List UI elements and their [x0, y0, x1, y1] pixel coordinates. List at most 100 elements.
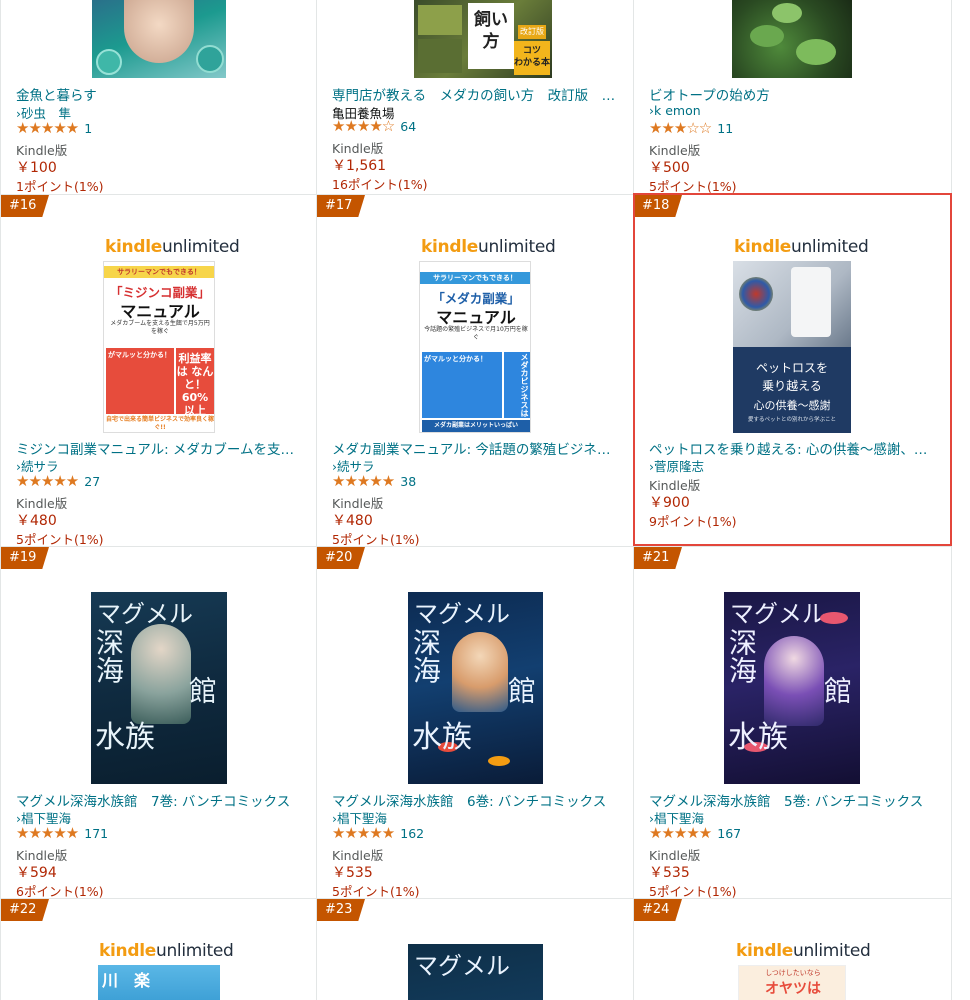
review-count[interactable]: 64	[400, 119, 416, 134]
rank-badge: #19	[1, 547, 49, 569]
grid-row: 金魚と暮らす ›砂虫 隼 ★★★★★ 1 Kindle版 ￥100 1ポイント(1…	[0, 0, 952, 194]
manga-title: 館	[820, 676, 853, 704]
cover-title: マニュアル	[120, 302, 200, 321]
cover-panel: がマルッと分かる！	[422, 352, 502, 418]
illustration-face	[124, 0, 194, 63]
review-count[interactable]: 11	[717, 121, 733, 136]
cover-label: 改訂版	[518, 25, 546, 39]
selection-highlight	[633, 193, 952, 546]
kindle-unlimited-logo: kindleunlimited	[99, 941, 234, 961]
cover-title: 川 楽	[102, 971, 151, 990]
author-link[interactable]: ›k emon	[649, 103, 701, 118]
product-title[interactable]: ミジンコ副業マニュアル: メダカブームを支え…	[16, 438, 306, 458]
product-card: 金魚と暮らす ›砂虫 隼 ★★★★★ 1 Kindle版 ￥100 1ポイント(1…	[0, 0, 317, 194]
review-count[interactable]: 167	[717, 826, 741, 841]
manga-title: 水族	[95, 720, 155, 755]
price: ￥100	[16, 160, 57, 176]
product-title[interactable]: マグメル深海水族館 5巻: バンチコミックス	[649, 790, 939, 810]
rating[interactable]: ★★★★★ 171	[16, 825, 108, 841]
cover-subtitle: 今話題の繁殖ビジネスで月10万円を稼ぐ	[424, 326, 528, 341]
product-card: #16 kindleunlimited サラリーマンでもできる！ 「ミジンコ副業…	[0, 195, 317, 547]
cover-band: サラリーマンでもできる！	[104, 266, 214, 278]
review-count[interactable]: 171	[84, 826, 108, 841]
manga-title: 館	[185, 676, 218, 704]
review-count[interactable]: 38	[400, 474, 416, 489]
rank-badge: #23	[317, 899, 365, 921]
product-card: #24 kindleunlimited しつけしたいなら オヤツは	[634, 899, 952, 1000]
star-rating-icon: ★★★★★	[16, 824, 79, 842]
rating[interactable]: ★★★★★ 27	[16, 473, 100, 489]
product-title[interactable]: 金魚と暮らす	[16, 84, 306, 104]
product-title[interactable]: メダカ副業マニュアル: 今話題の繁殖ビジネス…	[332, 438, 622, 458]
star-rating-icon: ★★★★★	[16, 472, 79, 490]
product-card: ビオトープの始め方 ›k emon ★★★☆☆ 11 Kindle版 ￥500 5…	[634, 0, 952, 194]
cover-badge: コツ わかる本	[514, 41, 550, 75]
points: 16ポイント(1%)	[332, 177, 428, 192]
star-rating-icon: ★★★☆☆	[649, 119, 712, 137]
review-count[interactable]: 1	[84, 121, 92, 136]
review-count[interactable]: 162	[400, 826, 424, 841]
cover-title: 飼い方	[468, 3, 514, 69]
star-rating-icon: ★★★★☆	[332, 117, 395, 135]
rating[interactable]: ★★★★★ 1	[16, 120, 92, 136]
book-cover[interactable]: マグメル 深海 水族 館	[408, 592, 543, 784]
book-cover[interactable]: サラリーマンでもできる！ 「メダカ副業」 マニュアル 今話題の繁殖ビジネスで月1…	[419, 261, 531, 433]
price: ￥594	[16, 865, 57, 881]
cover-title: マニュアル	[436, 308, 516, 327]
cover-subtitle: しつけしたいなら	[765, 969, 821, 977]
cover-band: サラリーマンでもできる！	[420, 272, 530, 284]
rating[interactable]: ★★★★☆ 64	[332, 118, 416, 134]
price: ￥535	[332, 865, 373, 881]
manga-title: マグメル	[414, 600, 510, 628]
cover-footer: メダカ副業はメリットいっぱい	[422, 420, 530, 432]
product-card: #22 kindleunlimited 川 楽	[0, 899, 317, 1000]
product-title[interactable]: マグメル深海水族館 7巻: バンチコミックス	[16, 790, 306, 810]
book-cover[interactable]: しつけしたいなら オヤツは	[738, 965, 846, 1000]
price: ￥535	[649, 865, 690, 881]
rating[interactable]: ★★★★★ 162	[332, 825, 424, 841]
price: ￥480	[332, 513, 373, 529]
product-title[interactable]: ビオトープの始め方	[649, 84, 939, 104]
book-cover[interactable]: マグメル 深海 水族 館	[91, 592, 227, 784]
product-title[interactable]: マグメル深海水族館 6巻: バンチコミックス	[332, 790, 622, 810]
leaf	[772, 3, 802, 23]
points: 1ポイント(1%)	[16, 179, 104, 194]
price: ￥1,561	[332, 158, 387, 174]
rank-badge: #16	[1, 195, 49, 217]
price: ￥480	[16, 513, 57, 529]
manga-title: 深海	[92, 628, 125, 684]
book-cover[interactable]	[732, 0, 852, 78]
book-cover[interactable]: マグメル	[408, 944, 543, 1000]
product-card: #19 マグメル 深海 水族 館 マグメル深海水族館 7巻: バンチコミックス …	[0, 547, 317, 899]
lily-pad	[96, 49, 122, 75]
rating[interactable]: ★★★☆☆ 11	[649, 120, 733, 136]
leaf	[750, 25, 784, 47]
book-cover[interactable]	[92, 0, 226, 78]
product-card: #17 kindleunlimited サラリーマンでもできる！ 「メダカ副業」…	[317, 195, 634, 547]
kindle-unlimited-logo: kindleunlimited	[105, 237, 240, 257]
photo-tile	[418, 5, 462, 35]
cover-subtitle: メダカブームを支える生餌で月5万円を稼ぐ	[110, 320, 210, 335]
manga-title: 深海	[409, 628, 442, 684]
book-cover[interactable]: 飼い方 コツ わかる本 改訂版	[414, 0, 552, 78]
price: ￥500	[649, 160, 690, 176]
book-cover[interactable]: サラリーマンでもできる！ 「ミジンコ副業」 マニュアル メダカブームを支える生餌…	[103, 261, 215, 433]
manga-title: 館	[504, 676, 537, 704]
book-cover[interactable]: 川 楽	[98, 965, 220, 1000]
character-figure	[131, 624, 191, 724]
manga-title: 水族	[412, 720, 472, 755]
product-title[interactable]: 専門店が教える メダカの飼い方 改訂版 …	[332, 84, 622, 104]
grid-row: #19 マグメル 深海 水族 館 マグメル深海水族館 7巻: バンチコミックス …	[0, 546, 952, 899]
book-cover[interactable]: マグメル 深海 水族 館	[724, 592, 860, 784]
cover-callout: 利益率は なんと！ 60% 以上	[176, 348, 214, 414]
rating[interactable]: ★★★★★ 38	[332, 473, 416, 489]
rating[interactable]: ★★★★★ 167	[649, 825, 741, 841]
star-rating-icon: ★★★★★	[332, 472, 395, 490]
star-rating-icon: ★★★★★	[649, 824, 712, 842]
rank-badge: #21	[634, 547, 682, 569]
review-count[interactable]: 27	[84, 474, 100, 489]
manga-title: マグメル	[414, 952, 510, 980]
cover-title: オヤツは	[765, 981, 821, 997]
photo-tile	[418, 39, 462, 73]
product-card: #21 マグメル 深海 水族 館 マグメル深海水族館 5巻: バンチコミックス …	[634, 547, 952, 899]
